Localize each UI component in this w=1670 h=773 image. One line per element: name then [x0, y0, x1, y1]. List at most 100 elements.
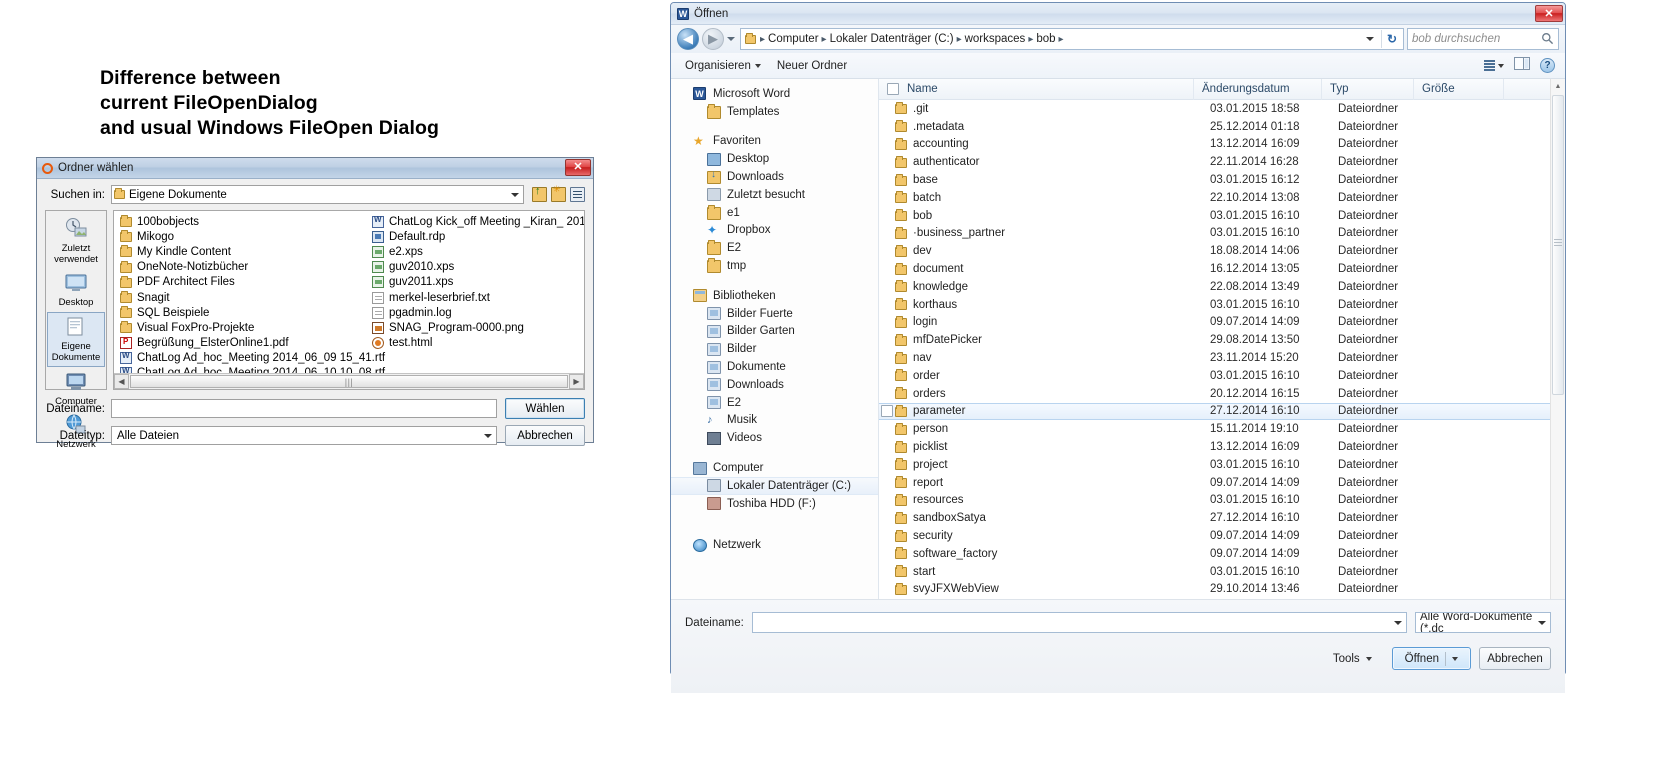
nav-item-templates[interactable]: Templates [671, 103, 878, 121]
table-row[interactable]: orders 20.12.2014 16:15 Dateiordner [879, 385, 1565, 403]
nav-item-zuletzt-besucht[interactable]: Zuletzt besucht [671, 186, 878, 204]
place-recent[interactable]: Zuletzt verwendet [47, 215, 105, 268]
nav-item-downloads-library[interactable]: Downloads [671, 376, 878, 394]
row-checkbox[interactable] [879, 405, 895, 418]
forward-button[interactable]: ▶ [702, 28, 724, 50]
nav-item-favoriten[interactable]: ★ Favoriten [671, 133, 878, 151]
table-row[interactable]: sandboxSatya 27.12.2014 16:10 Dateiordner [879, 509, 1565, 527]
new-folder-button[interactable]: Neuer Ordner [769, 58, 855, 74]
view-options-icon[interactable] [1484, 60, 1504, 71]
list-item[interactable]: ChatLog Kick_off Meeting _Kiran_ 2014_06… [369, 214, 584, 229]
table-row[interactable]: authenticator 22.11.2014 16:28 Dateiordner [879, 153, 1565, 171]
table-row[interactable]: resources 03.01.2015 16:10 Dateiordner [879, 492, 1565, 510]
list-item[interactable]: 100bobjects [117, 214, 369, 229]
table-row[interactable]: nav 23.11.2014 15:20 Dateiordner [879, 349, 1565, 367]
tools-button[interactable]: Tools [1321, 647, 1384, 670]
table-row[interactable]: parameter 27.12.2014 16:10 Dateiordner [879, 402, 1565, 421]
nav-item-computer[interactable]: Computer [671, 459, 878, 477]
look-in-combo[interactable]: Eigene Dokumente [111, 185, 524, 204]
nav-item-bilder-fuerte[interactable]: Bilder Fuerte [671, 305, 878, 323]
table-row[interactable]: person 15.11.2014 19:10 Dateiordner [879, 420, 1565, 438]
table-row[interactable]: picklist 13.12.2014 16:09 Dateiordner [879, 438, 1565, 456]
open-button[interactable]: Öffnen [1391, 647, 1471, 670]
list-item[interactable]: e2.xps [369, 244, 584, 259]
scroll-left-icon[interactable]: ◀ [114, 374, 129, 389]
nav-item-bilder[interactable]: Bilder [671, 340, 878, 358]
filename-input[interactable] [751, 612, 1407, 633]
table-row[interactable]: batch 22.10.2014 13:08 Dateiordner [879, 189, 1565, 207]
filetype-combo[interactable]: Alle Dateien [111, 426, 497, 445]
recent-locations-icon[interactable] [727, 37, 735, 41]
list-item[interactable]: My Kindle Content [117, 244, 369, 259]
nav-item-musik[interactable]: ♪ Musik [671, 412, 878, 430]
breadcrumb-workspaces[interactable]: workspaces [963, 33, 1028, 45]
table-row[interactable]: korthaus 03.01.2015 16:10 Dateiordner [879, 296, 1565, 314]
chevron-down-icon[interactable] [1538, 620, 1546, 625]
filename-input[interactable] [111, 399, 497, 418]
list-item[interactable]: ChatLog Ad_hoc_Meeting 2014_06_09 15_41.… [117, 351, 385, 366]
chevron-down-icon[interactable] [511, 192, 519, 197]
scroll-up-icon[interactable]: ▲ [1551, 79, 1565, 94]
nav-item-lokaler-datentraeger[interactable]: Lokaler Datenträger (C:) [671, 476, 878, 495]
list-item[interactable]: test.html [369, 336, 584, 351]
table-row[interactable]: knowledge 22.08.2014 13:49 Dateiordner [879, 278, 1565, 296]
new-folder-icon[interactable] [551, 184, 566, 202]
nav-item-dropbox[interactable]: ✦ Dropbox [671, 222, 878, 240]
address-bar[interactable]: ▸ Computer ▸ Lokaler Datenträger (C:) ▸ … [740, 28, 1404, 50]
nav-item-dokumente[interactable]: Dokumente [671, 358, 878, 376]
column-header-type[interactable]: Typ [1322, 79, 1414, 100]
back-button[interactable]: ◀ [677, 28, 699, 50]
nav-item-microsoft-word[interactable]: W Microsoft Word [671, 85, 878, 103]
file-list-view[interactable]: Name Änderungsdatum Typ Größe .git 03.01.… [879, 79, 1565, 599]
column-header-size[interactable]: Größe [1414, 79, 1504, 100]
place-my-documents[interactable]: Eigene Dokumente [47, 312, 105, 367]
choose-button[interactable]: Wählen [505, 398, 585, 419]
nav-item-bilder-garten[interactable]: Bilder Garten [671, 323, 878, 341]
nav-item-netzwerk[interactable]: Netzwerk [671, 537, 878, 555]
place-desktop[interactable]: Desktop [47, 269, 105, 311]
list-item[interactable]: Visual FoxPro-Projekte [117, 320, 369, 335]
table-row[interactable]: .metadata 25.12.2014 01:18 Dateiordner [879, 118, 1565, 136]
vertical-scrollbar[interactable]: ▲ [1550, 79, 1565, 599]
list-item[interactable]: guv2010.xps [369, 260, 584, 275]
chevron-down-icon[interactable] [1452, 656, 1458, 661]
close-icon[interactable]: ✕ [565, 159, 591, 176]
breadcrumb-bob[interactable]: bob [1034, 33, 1057, 45]
table-row[interactable]: dev 18.08.2014 14:06 Dateiordner [879, 242, 1565, 260]
close-icon[interactable]: ✕ [1535, 5, 1563, 22]
table-row[interactable]: ·business_partner 03.01.2015 16:10 Dateior… [879, 225, 1565, 243]
nav-item-toshiba-hdd[interactable]: Toshiba HDD (F:) [671, 495, 878, 513]
nav-item-e2[interactable]: E2 [671, 239, 878, 257]
table-row[interactable]: security 09.07.2014 14:09 Dateiordner [879, 527, 1565, 545]
table-row[interactable]: svyJFXWebView 29.10.2014 13:46 Dateiordner [879, 581, 1565, 599]
breadcrumb-computer[interactable]: Computer [766, 33, 821, 45]
list-item[interactable]: SQL Beispiele [117, 305, 369, 320]
table-row[interactable]: base 03.01.2015 16:12 Dateiordner [879, 171, 1565, 189]
select-all-checkbox[interactable] [887, 83, 899, 95]
column-header-date[interactable]: Änderungsdatum [1194, 79, 1322, 100]
list-item[interactable]: Begrüßung_ElsterOnline1.pdf [117, 336, 369, 351]
nav-item-tmp[interactable]: tmp [671, 257, 878, 275]
nav-item-downloads[interactable]: Downloads [671, 168, 878, 186]
row-checkbox-box[interactable] [881, 405, 893, 418]
table-row[interactable]: document 16.12.2014 13:05 Dateiordner [879, 260, 1565, 278]
cancel-button[interactable]: Abbrechen [505, 425, 585, 446]
nav-item-e2-library[interactable]: E2 [671, 394, 878, 412]
search-input[interactable]: bob durchsuchen [1407, 28, 1559, 50]
chevron-down-icon[interactable] [1361, 29, 1379, 49]
organize-button[interactable]: Organisieren [677, 58, 769, 74]
list-item[interactable]: OneNote-Notizbücher [117, 260, 369, 275]
list-item[interactable]: Snagit [117, 290, 369, 305]
up-one-level-icon[interactable] [532, 185, 547, 202]
chevron-down-icon[interactable] [484, 433, 492, 438]
nav-item-e1[interactable]: e1 [671, 204, 878, 222]
preview-pane-icon[interactable] [1514, 56, 1530, 75]
table-row[interactable]: software_factory 09.07.2014 14:09 Dateiord… [879, 545, 1565, 563]
scroll-right-icon[interactable]: ▶ [569, 374, 584, 389]
chevron-down-icon[interactable] [1394, 620, 1402, 625]
table-row[interactable]: .git 03.01.2015 18:58 Dateiordner [879, 100, 1565, 118]
scrollbar-thumb[interactable]: ||| [130, 375, 568, 388]
table-row[interactable]: project 03.01.2015 16:10 Dateiordner [879, 456, 1565, 474]
list-item[interactable]: PDF Architect Files [117, 275, 369, 290]
column-header-name[interactable]: Name [879, 79, 1194, 100]
